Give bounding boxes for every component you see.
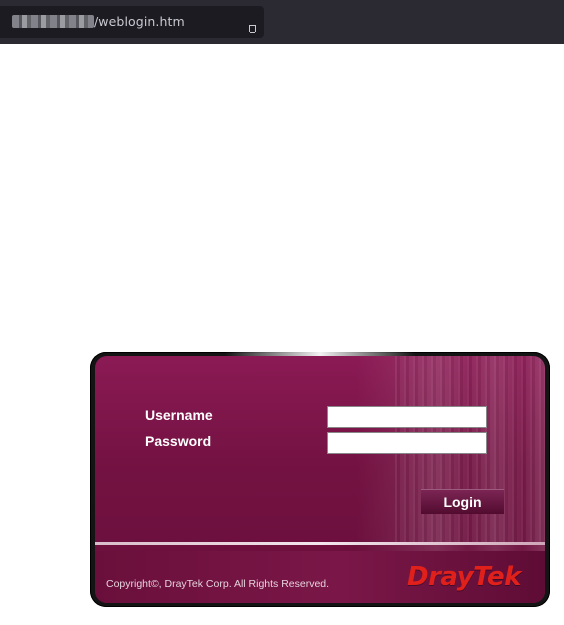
panel-divider: [95, 542, 545, 545]
address-bar[interactable]: /weblogin.htm: [0, 6, 264, 38]
url-path: /weblogin.htm: [94, 14, 185, 29]
copyright-text: Copyright©, DrayTek Corp. All Rights Res…: [106, 578, 330, 590]
password-label: Password: [145, 433, 212, 449]
password-input[interactable]: [327, 432, 487, 454]
username-input[interactable]: [327, 406, 487, 428]
login-button[interactable]: Login: [421, 489, 504, 514]
bookmark-icon[interactable]: [249, 25, 256, 33]
browser-toolbar: /weblogin.htm: [0, 0, 564, 44]
redacted-url-host: [12, 15, 94, 28]
panel-footer: Copyright©, DrayTek Corp. All Rights Res…: [95, 551, 545, 603]
draytek-logo: DrayTek: [407, 562, 521, 592]
login-panel-frame: Username Password Login Copyright©, Dray…: [90, 352, 550, 607]
login-panel: Username Password Login Copyright©, Dray…: [95, 356, 545, 603]
username-label: Username: [145, 407, 213, 423]
